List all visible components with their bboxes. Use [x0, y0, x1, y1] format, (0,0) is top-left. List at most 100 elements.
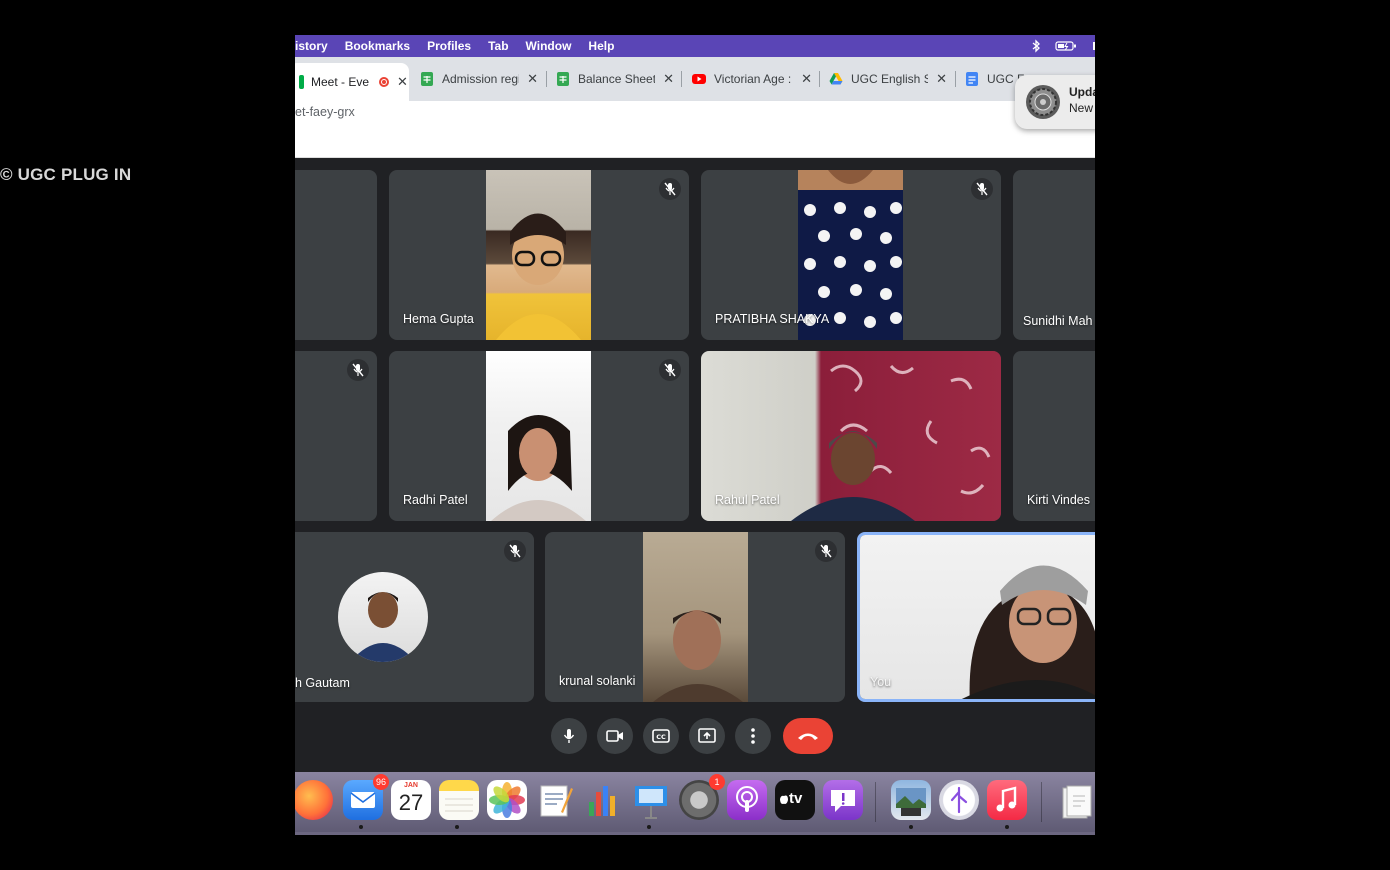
recording-icon — [379, 77, 390, 87]
mic-off-icon — [659, 359, 681, 381]
more-status-icon[interactable] — [1089, 42, 1095, 50]
tab-meet[interactable]: Meet - Eve ✕ — [295, 63, 409, 101]
participant-tile-gautam[interactable]: h Gautam — [295, 532, 534, 702]
participant-name: Sunidhi Mah — [1023, 314, 1093, 328]
close-tab-icon[interactable]: ✕ — [663, 71, 674, 87]
utility-icon[interactable] — [939, 780, 979, 820]
downloads-folder-icon[interactable] — [1057, 780, 1095, 820]
participant-tile-unnamed-2[interactable] — [295, 351, 377, 521]
notes-icon[interactable] — [439, 780, 479, 820]
tab-separator — [819, 71, 820, 87]
tab-victorian-age[interactable]: Victorian Age : I ✕ — [692, 66, 812, 92]
participant-name: Hema Gupta — [403, 312, 474, 326]
calendar-month: JAN — [403, 782, 418, 789]
camera-icon — [606, 730, 623, 742]
participant-name: h Gautam — [295, 676, 350, 690]
participant-video — [643, 532, 748, 702]
menu-bookmarks[interactable]: Bookmarks — [345, 39, 410, 53]
tab-title: Meet - Eve — [311, 75, 370, 89]
system-preferences-icon[interactable]: 1 — [679, 774, 725, 820]
update-notification[interactable]: Upda New — [1015, 75, 1095, 129]
present-screen-icon — [698, 728, 716, 743]
menu-bar: istory Bookmarks Profiles Tab Window Hel… — [295, 35, 1095, 57]
meet-icon — [299, 75, 304, 89]
music-icon[interactable] — [987, 780, 1027, 820]
url-text[interactable]: et-faey-grx — [295, 105, 355, 119]
close-tab-icon[interactable]: ✕ — [397, 74, 408, 90]
mic-off-icon — [659, 178, 681, 200]
sheets-icon — [421, 72, 433, 86]
participant-tile-sunidhi[interactable]: Sunidhi Mah — [1013, 170, 1095, 340]
apple-tv-icon[interactable]: tv — [775, 780, 815, 820]
mic-off-icon — [347, 359, 369, 381]
preview-icon[interactable] — [891, 780, 931, 820]
address-bar[interactable]: et-faey-grx — [295, 101, 1095, 125]
participant-tile-unnamed-1[interactable] — [295, 170, 377, 340]
participant-name: PRATIBHA SHAKYA — [715, 312, 830, 326]
calendar-day: 27 — [398, 790, 424, 815]
photos-icon[interactable] — [487, 780, 527, 820]
youtube-icon — [692, 74, 706, 84]
tab-separator — [681, 71, 682, 87]
tab-ugc-english[interactable]: UGC English Sc ✕ — [829, 66, 947, 92]
tab-separator — [546, 71, 547, 87]
keynote-icon[interactable] — [631, 780, 671, 820]
menu-profiles[interactable]: Profiles — [427, 39, 471, 53]
meeting-controls: CC — [295, 710, 1095, 772]
menu-help[interactable]: Help — [588, 39, 614, 53]
more-options-button[interactable] — [735, 718, 771, 754]
captions-button[interactable]: CC — [643, 718, 679, 754]
mail-icon[interactable]: 96 — [343, 774, 389, 820]
dock-separator — [1041, 782, 1042, 822]
participant-video — [486, 170, 591, 340]
drive-icon — [829, 73, 843, 85]
pages-icon[interactable] — [535, 780, 575, 820]
dock-separator — [875, 782, 876, 822]
feedback-assistant-icon[interactable] — [823, 780, 863, 820]
menu-history[interactable]: istory — [295, 39, 328, 53]
participant-tile-krunal[interactable]: krunal solanki — [545, 532, 845, 702]
microphone-icon — [563, 729, 575, 743]
participant-tile-rahul[interactable]: Rahul Patel — [701, 351, 1001, 521]
participant-name: You — [870, 675, 892, 689]
tab-separator — [955, 71, 956, 87]
present-button[interactable] — [689, 718, 725, 754]
watermark: © UGC PLUG IN — [0, 165, 132, 184]
menu-tab[interactable]: Tab — [488, 39, 508, 53]
running-indicator — [359, 825, 363, 829]
menu-window[interactable]: Window — [526, 39, 572, 53]
calendar-icon[interactable]: JAN 27 — [391, 780, 431, 820]
bluetooth-icon[interactable] — [1029, 39, 1043, 53]
leave-call-button[interactable] — [783, 718, 833, 754]
tab-admission[interactable]: Admission regis ✕ — [420, 66, 538, 92]
camera-button[interactable] — [597, 718, 633, 754]
tab-title: Victorian Age : I — [714, 72, 794, 86]
participant-tile-pratibha[interactable]: PRATIBHA SHAKYA — [701, 170, 1001, 340]
running-indicator — [1005, 825, 1009, 829]
tab-title: UGC English Sc — [851, 72, 929, 86]
battery-icon[interactable] — [1055, 39, 1077, 53]
close-tab-icon[interactable]: ✕ — [936, 71, 947, 87]
notification-title: Upda — [1069, 85, 1095, 99]
participant-tile-you[interactable]: You — [857, 532, 1095, 702]
screen: istory Bookmarks Profiles Tab Window Hel… — [295, 35, 1095, 835]
close-tab-icon[interactable]: ✕ — [801, 71, 812, 87]
participant-tile-kirti[interactable]: Kirti Vindes — [1013, 351, 1095, 521]
participant-video — [486, 351, 591, 521]
microphone-button[interactable] — [551, 718, 587, 754]
tab-balance-sheet[interactable]: Balance Sheet - ✕ — [556, 66, 674, 92]
notification-subtitle: New — [1069, 101, 1094, 115]
podcasts-icon[interactable] — [727, 780, 767, 820]
participant-name: Radhi Patel — [403, 493, 468, 507]
mail-badge: 96 — [373, 774, 389, 790]
dock: 96 JAN 27 1 tv — [295, 772, 1095, 835]
close-tab-icon[interactable]: ✕ — [527, 71, 538, 87]
tab-title: Admission regis — [442, 72, 520, 86]
running-indicator — [909, 825, 913, 829]
mic-off-icon — [971, 178, 993, 200]
participant-tile-radhi[interactable]: Radhi Patel — [389, 351, 689, 521]
participant-name: krunal solanki — [559, 674, 636, 688]
self-video — [860, 535, 1095, 699]
numbers-icon[interactable] — [583, 780, 623, 820]
participant-tile-hema[interactable]: Hema Gupta — [389, 170, 689, 340]
